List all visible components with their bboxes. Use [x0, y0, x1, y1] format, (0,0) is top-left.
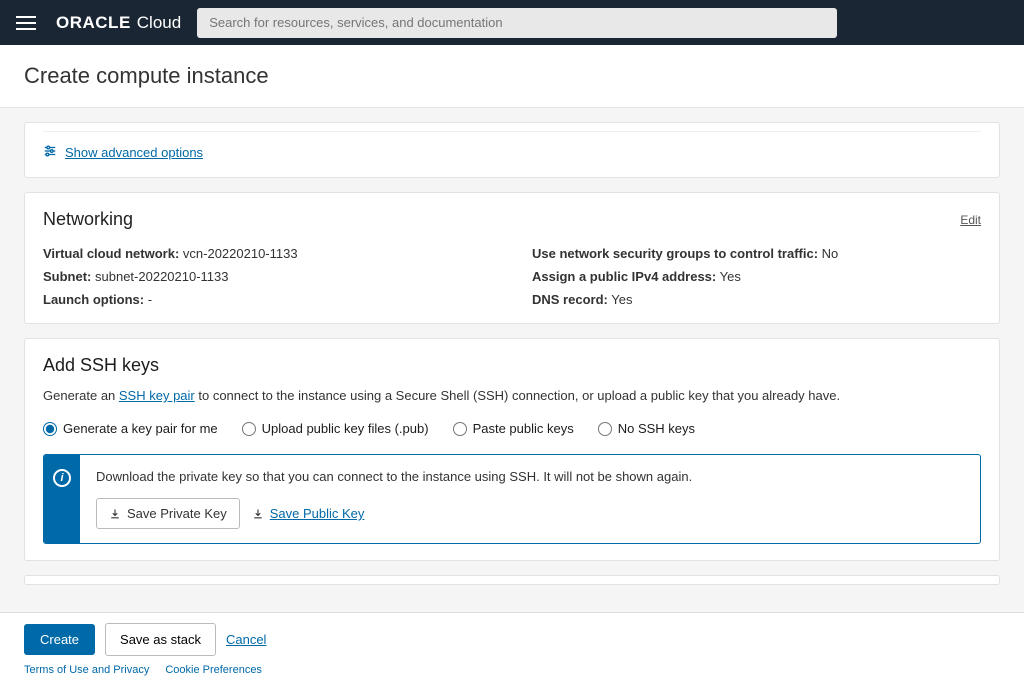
top-bar: ORACLE Cloud [0, 0, 1024, 45]
search-input[interactable] [197, 8, 837, 38]
show-advanced-link[interactable]: Show advanced options [65, 145, 203, 160]
footer-links: Terms of Use and Privacy Cookie Preferen… [24, 664, 1000, 676]
kv-dns: DNS record: Yes [532, 292, 981, 307]
info-icon: i [53, 469, 71, 487]
footer-bar: Create Save as stack Cancel Terms of Use… [0, 612, 1024, 682]
download-icon [109, 508, 121, 520]
brand-oracle: ORACLE [56, 13, 131, 33]
kv-nsg: Use network security groups to control t… [532, 246, 981, 261]
card-next [24, 575, 1000, 585]
card-advanced: Show advanced options [24, 122, 1000, 178]
kv-launch: Launch options: - [43, 292, 492, 307]
save-as-stack-button[interactable]: Save as stack [105, 623, 216, 656]
save-public-key-link[interactable]: Save Public Key [252, 506, 365, 521]
networking-title: Networking [43, 209, 133, 230]
terms-link[interactable]: Terms of Use and Privacy [24, 664, 149, 676]
ssh-info-box: i Download the private key so that you c… [43, 454, 981, 544]
ssh-radio-group: Generate a key pair for me Upload public… [43, 421, 981, 436]
ssh-title: Add SSH keys [43, 355, 981, 376]
radio-paste[interactable]: Paste public keys [453, 421, 574, 436]
cancel-link[interactable]: Cancel [226, 632, 266, 647]
ssh-keypair-link[interactable]: SSH key pair [119, 388, 195, 403]
cookie-prefs-link[interactable]: Cookie Preferences [165, 664, 262, 676]
kv-subnet: Subnet: subnet-20220210-1133 [43, 269, 492, 284]
ssh-desc: Generate an SSH key pair to connect to t… [43, 388, 981, 403]
page-header: Create compute instance [0, 45, 1024, 108]
edit-networking-link[interactable]: Edit [960, 213, 981, 227]
kv-vcn: Virtual cloud network: vcn-20220210-1133 [43, 246, 492, 261]
content: Show advanced options Networking Edit Vi… [0, 122, 1024, 665]
sliders-icon [43, 144, 57, 161]
page-title: Create compute instance [24, 63, 1000, 89]
card-ssh: Add SSH keys Generate an SSH key pair to… [24, 338, 1000, 561]
kv-pubip: Assign a public IPv4 address: Yes [532, 269, 981, 284]
info-stripe: i [44, 455, 80, 543]
radio-upload[interactable]: Upload public key files (.pub) [242, 421, 429, 436]
search-wrap [197, 8, 837, 38]
brand: ORACLE Cloud [56, 13, 181, 33]
create-button[interactable]: Create [24, 624, 95, 655]
radio-none[interactable]: No SSH keys [598, 421, 695, 436]
save-private-key-button[interactable]: Save Private Key [96, 498, 240, 529]
ssh-info-text: Download the private key so that you can… [96, 469, 964, 484]
card-networking: Networking Edit Virtual cloud network: v… [24, 192, 1000, 324]
menu-icon[interactable] [12, 12, 40, 34]
download-icon [252, 508, 264, 520]
radio-generate[interactable]: Generate a key pair for me [43, 421, 218, 436]
brand-cloud: Cloud [137, 13, 181, 33]
